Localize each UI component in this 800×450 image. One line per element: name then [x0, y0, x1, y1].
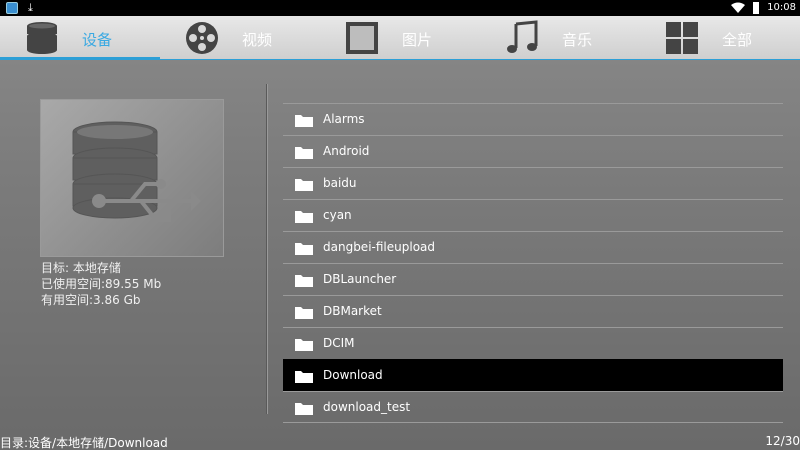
file-name: Alarms [323, 112, 365, 126]
file-row-cyan[interactable]: cyan [283, 199, 783, 231]
film-reel-icon [186, 22, 218, 54]
file-name: DBMarket [323, 304, 382, 318]
file-row-dblauncher[interactable]: DBLauncher [283, 263, 783, 295]
folder-icon [295, 243, 313, 255]
folder-icon [295, 115, 313, 127]
clock: 10:08 [767, 2, 796, 13]
storage-free: 有用空间:3.86 Gb [41, 293, 141, 307]
file-row-download-test[interactable]: download_test [283, 391, 783, 423]
wifi-icon [731, 2, 746, 13]
file-row-dangbei-fileupload[interactable]: dangbei-fileupload [283, 231, 783, 263]
file-name: DBLauncher [323, 272, 397, 286]
tab-music[interactable]: 音乐 [480, 16, 640, 60]
folder-icon [295, 179, 313, 191]
category-tab-bar: 设备 视频 图片 音乐 全部 [0, 16, 800, 60]
tab-label: 音乐 [562, 31, 593, 49]
folder-icon [295, 339, 313, 351]
file-name: download_test [323, 400, 411, 414]
file-name: Download [323, 368, 383, 382]
file-list: Alarms Android baidu cyan dangbei-fileup… [283, 103, 783, 423]
page-counter: 12/30 [765, 434, 800, 448]
panel-divider [266, 84, 267, 414]
music-note-icon [507, 20, 538, 53]
file-name: dangbei-fileupload [323, 240, 436, 254]
tab-all[interactable]: 全部 [640, 16, 800, 60]
tab-video[interactable]: 视频 [160, 16, 320, 60]
file-row-alarms[interactable]: Alarms [283, 103, 783, 135]
tab-label: 设备 [82, 31, 113, 49]
file-name: cyan [323, 208, 352, 222]
storage-info: 目标: 本地存储 已使用空间:89.55 Mb 有用空间:3.86 Gb [41, 260, 161, 308]
folder-icon [295, 275, 313, 287]
device-preview [40, 99, 224, 257]
folder-icon [295, 371, 313, 383]
file-row-dbmarket[interactable]: DBMarket [283, 295, 783, 327]
file-row-android[interactable]: Android [283, 135, 783, 167]
tab-pictures[interactable]: 图片 [320, 16, 480, 60]
storage-target: 目标: 本地存储 [41, 261, 121, 275]
tab-label: 视频 [242, 31, 273, 49]
folder-icon [295, 211, 313, 223]
file-row-baidu[interactable]: baidu [283, 167, 783, 199]
file-row-download[interactable]: Download [283, 359, 783, 391]
app-icon [6, 2, 18, 14]
current-path: 目录:设备/本地存储/Download [0, 436, 168, 450]
download-icon: ⤓ [28, 1, 33, 14]
storage-used: 已使用空间:89.55 Mb [41, 277, 162, 291]
file-name: Android [323, 144, 370, 158]
grid-icon [666, 22, 698, 54]
picture-frame-icon [346, 22, 378, 54]
folder-icon [295, 147, 313, 159]
folder-icon [295, 307, 313, 319]
file-name: baidu [323, 176, 357, 190]
folder-icon [295, 403, 313, 415]
battery-icon [753, 2, 760, 14]
tab-device[interactable]: 设备 [0, 16, 160, 60]
file-name: DCIM [323, 336, 355, 350]
storage-icon [27, 22, 57, 54]
file-row-dcim[interactable]: DCIM [283, 327, 783, 359]
usb-storage-icon [72, 121, 201, 222]
tab-label: 图片 [402, 31, 433, 49]
status-bar: ⤓ 10:08 [0, 0, 800, 16]
tab-label: 全部 [722, 31, 753, 49]
